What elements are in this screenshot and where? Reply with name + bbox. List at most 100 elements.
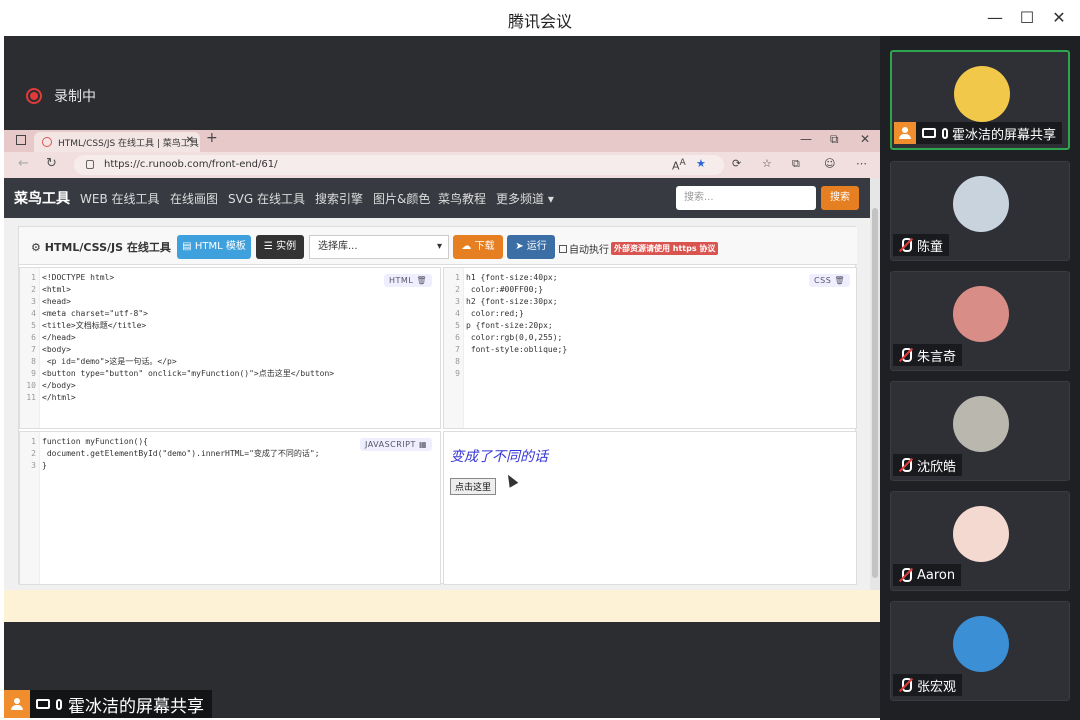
favorite-star-icon[interactable]: ★ (696, 157, 706, 170)
participant-card[interactable]: 张宏观 (890, 601, 1070, 701)
line-number: 3 (455, 297, 460, 306)
code-line[interactable]: 7 <body> (22, 344, 334, 356)
line-number: 7 (455, 345, 460, 354)
code-line[interactable]: 4 color:red;} (446, 308, 567, 320)
participant-card[interactable]: 陈童 (890, 161, 1070, 261)
nav-images-colors[interactable]: 图片&颜色 (373, 190, 430, 207)
code-line[interactable]: 2 <html> (22, 284, 334, 296)
shared-screen-area: 录制中 HTML/CSS/JS 在线工具 | 菜鸟工具 ✕ + — ⧉ ✕ ← … (4, 36, 880, 718)
line-number: 6 (31, 333, 36, 342)
avatar (954, 66, 1010, 122)
download-button[interactable]: ☁ 下载 (453, 235, 503, 259)
code-text: <head> (42, 297, 71, 306)
auto-run-label: 自动执行 (569, 245, 609, 256)
code-line[interactable]: 5 <title>文档标题</title> (22, 320, 334, 332)
code-line[interactable]: 9 (446, 368, 567, 380)
recording-label: 录制中 (54, 89, 96, 105)
html-code[interactable]: 1 <!DOCTYPE html> 2 <html> 3 <head> 4 <meta cha… (22, 272, 334, 404)
code-text: <meta charset="utf-8"> (42, 309, 148, 318)
line-number: 1 (31, 437, 36, 446)
site-logo[interactable]: 菜鸟工具 (14, 188, 70, 208)
auto-run-toggle[interactable]: 自动执行 外部资源请使用 https 协议 (559, 241, 719, 256)
trash-icon[interactable]: 🗑 (416, 276, 427, 285)
line-number: 11 (26, 393, 36, 402)
site-search-button[interactable]: 搜索 (821, 186, 859, 210)
code-line[interactable]: 3 h2 {font-size:30px; (446, 296, 567, 308)
html-template-button[interactable]: ▤ HTML 模板 (177, 235, 251, 259)
scrollbar-thumb[interactable] (872, 208, 878, 578)
code-line[interactable]: 5 p {font-size:20px; (446, 320, 567, 332)
code-line[interactable]: 1 function myFunction(){ (22, 436, 320, 448)
html-editor[interactable]: 1 <!DOCTYPE html> 2 <html> 3 <head> 4 <meta cha… (19, 267, 441, 429)
library-select[interactable]: 选择库... (309, 235, 449, 259)
tab-close-icon[interactable]: ✕ (186, 135, 194, 146)
js-code[interactable]: 1 function myFunction(){2 document.getEle… (22, 436, 320, 472)
code-line[interactable]: 3} (22, 460, 320, 472)
collections-icon[interactable]: ⧉ (792, 157, 800, 171)
nav-more-channels[interactable]: 更多频道 ▾ (496, 190, 554, 207)
close-button[interactable]: ✕ (1044, 6, 1074, 30)
maximize-button[interactable]: ☐ (1012, 6, 1042, 30)
browser-tabbar: HTML/CSS/JS 在线工具 | 菜鸟工具 ✕ + — ⧉ ✕ (4, 130, 880, 152)
participant-card[interactable]: Aaron (890, 491, 1070, 591)
extension-icon[interactable]: ⟳ (732, 157, 741, 170)
code-line[interactable]: 6 </head> (22, 332, 334, 344)
tab-actions-icon[interactable] (16, 135, 26, 145)
nav-drawing[interactable]: 在线画图 (170, 190, 218, 207)
js-label: JAVASCRIPT ▦ (359, 438, 432, 451)
code-line[interactable]: 9 <button type="button" onclick="myFuncti… (22, 368, 334, 380)
microphone-icon (56, 698, 62, 710)
run-button[interactable]: ➤ 运行 (507, 235, 555, 259)
html-template-label: HTML 模板 (194, 241, 246, 252)
more-menu-icon[interactable]: ⋯ (856, 157, 867, 170)
trash-icon[interactable]: ▦ (419, 440, 427, 449)
result-button[interactable]: 点击这里 (450, 478, 497, 495)
browser-window: HTML/CSS/JS 在线工具 | 菜鸟工具 ✕ + — ⧉ ✕ ← ↻ ht… (4, 130, 880, 590)
presenter-label: 霍冰洁的屏幕共享 (4, 690, 212, 718)
favorites-icon[interactable]: ☆ (762, 157, 772, 170)
browser-close-icon[interactable]: ✕ (860, 132, 870, 146)
code-line[interactable]: 1 <!DOCTYPE html> (22, 272, 334, 284)
css-editor[interactable]: 1 h1 {font-size:40px; 2 color:#00FF00;} 3 h2… (443, 267, 857, 429)
js-label-text: JAVASCRIPT (364, 440, 416, 449)
code-line[interactable]: 3 <head> (22, 296, 334, 308)
browser-restore-icon[interactable]: ⧉ (830, 132, 839, 147)
code-line[interactable]: 4 <meta charset="utf-8"> (22, 308, 334, 320)
code-line[interactable]: 1 h1 {font-size:40px; (446, 272, 567, 284)
site-search-input[interactable]: 搜索... (676, 186, 816, 210)
profile-icon[interactable]: ☺ (824, 157, 835, 170)
participant-label: Aaron (893, 564, 962, 586)
participant-card[interactable]: 朱言奇 (890, 271, 1070, 371)
nav-tutorial[interactable]: 菜鸟教程 (438, 190, 486, 207)
nav-web-tools[interactable]: WEB 在线工具 (80, 190, 160, 207)
css-code[interactable]: 1 h1 {font-size:40px; 2 color:#00FF00;} 3 h2… (446, 272, 567, 380)
browser-minimize-icon[interactable]: — (800, 132, 812, 146)
url-input[interactable]: https://c.runoob.com/front-end/61/ (74, 155, 724, 175)
read-aloud-icon[interactable]: AA (672, 157, 686, 173)
refresh-icon[interactable]: ↻ (46, 156, 57, 171)
js-editor[interactable]: 1 function myFunction(){2 document.getEle… (19, 431, 441, 585)
back-icon[interactable]: ← (18, 156, 29, 171)
auto-run-checkbox[interactable] (559, 244, 567, 253)
code-line[interactable]: 2 color:#00FF00;} (446, 284, 567, 296)
code-line[interactable]: 10 </body> (22, 380, 334, 392)
code-line[interactable]: 11 </html> (22, 392, 334, 404)
code-text: color:rgb(0,0,255); (466, 333, 563, 342)
code-line[interactable]: 2 document.getElementById("demo").innerH… (22, 448, 319, 460)
participant-sidebar: 霍冰洁的屏幕共享 陈童 朱言奇 沈欣皓 Aaron 张宏观 (880, 36, 1080, 720)
new-tab-icon[interactable]: + (206, 130, 218, 146)
nav-svg-tools[interactable]: SVG 在线工具 (228, 190, 305, 207)
minimize-button[interactable]: — (980, 6, 1010, 30)
code-line[interactable]: 8 <p id="demo">这是一句话。</p> (22, 356, 334, 368)
page-scrollbar[interactable] (870, 178, 880, 590)
examples-button[interactable]: ☰ 实例 (256, 235, 304, 259)
participant-card[interactable]: 霍冰洁的屏幕共享 (890, 50, 1070, 150)
nav-search-engine[interactable]: 搜索引擎 (315, 190, 363, 207)
code-line[interactable]: 7 font-style:oblique;} (446, 344, 567, 356)
participant-card[interactable]: 沈欣皓 (890, 381, 1070, 481)
trash-icon[interactable]: 🗑 (834, 276, 845, 285)
code-line[interactable]: 6 color:rgb(0,0,255); (446, 332, 567, 344)
browser-tab[interactable]: HTML/CSS/JS 在线工具 | 菜鸟工具 ✕ (34, 132, 200, 152)
code-line[interactable]: 8 (446, 356, 567, 368)
mouse-cursor-icon (503, 472, 519, 488)
